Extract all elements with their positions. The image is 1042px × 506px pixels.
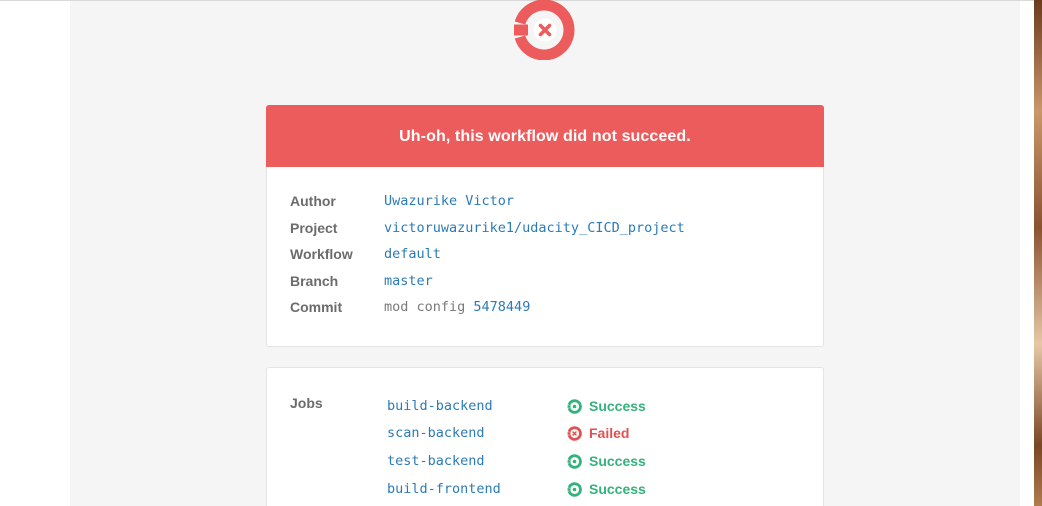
job-name-link[interactable]: scan-backend [387,423,485,443]
project-label: Project [290,220,338,236]
commit-message: mod config [384,299,466,315]
branch-row: Branch master [267,271,823,291]
window-edge-strip [1034,0,1042,506]
success-icon [567,398,582,414]
success-icon [567,481,582,497]
banner-message: Uh-oh, this workflow did not succeed. [399,127,691,145]
failed-icon [567,425,582,441]
success-icon [567,453,582,469]
commit-hash-link[interactable]: 5478449 [473,299,530,315]
job-row: build-backend Success [267,396,823,416]
job-row: test-backend Success [267,451,823,471]
job-status: Success [567,396,646,416]
author-row: Author Uwazurike Victor [267,191,823,211]
project-row: Project victoruwazurike1/udacity_CICD_pr… [267,218,823,238]
commit-row: Commit mod config 5478449 [267,297,823,317]
job-status-text: Success [589,398,646,414]
branch-link[interactable]: master [384,271,433,291]
job-status: Success [567,451,646,471]
job-status-text: Failed [589,425,630,441]
project-link[interactable]: victoruwazurike1/udacity_CICD_project [384,218,685,238]
job-status: Success [567,479,646,499]
job-row: scan-backend Failed [267,423,823,443]
job-status-text: Success [589,453,646,469]
workflow-label: Workflow [290,246,353,262]
workflow-failed-banner: Uh-oh, this workflow did not succeed. [266,105,824,168]
job-name-link[interactable]: build-backend [387,396,493,416]
job-row: build-frontend Success [267,479,823,499]
workflow-link[interactable]: default [384,244,441,264]
job-name-link[interactable]: test-backend [387,451,485,471]
job-status-text: Success [589,481,646,497]
commit-value: mod config 5478449 [384,297,530,317]
job-status: Failed [567,423,629,443]
workflow-row: Workflow default [267,244,823,264]
author-label: Author [290,193,336,209]
circleci-failed-logo-icon [514,0,576,61]
jobs-card: Jobs build-backend Success scan-backend … [266,367,824,506]
job-name-link[interactable]: build-frontend [387,479,501,499]
commit-label: Commit [290,299,343,315]
branch-label: Branch [290,273,339,289]
author-link[interactable]: Uwazurike Victor [384,191,514,211]
workflow-details-card: Author Uwazurike Victor Project victoruw… [266,167,824,347]
